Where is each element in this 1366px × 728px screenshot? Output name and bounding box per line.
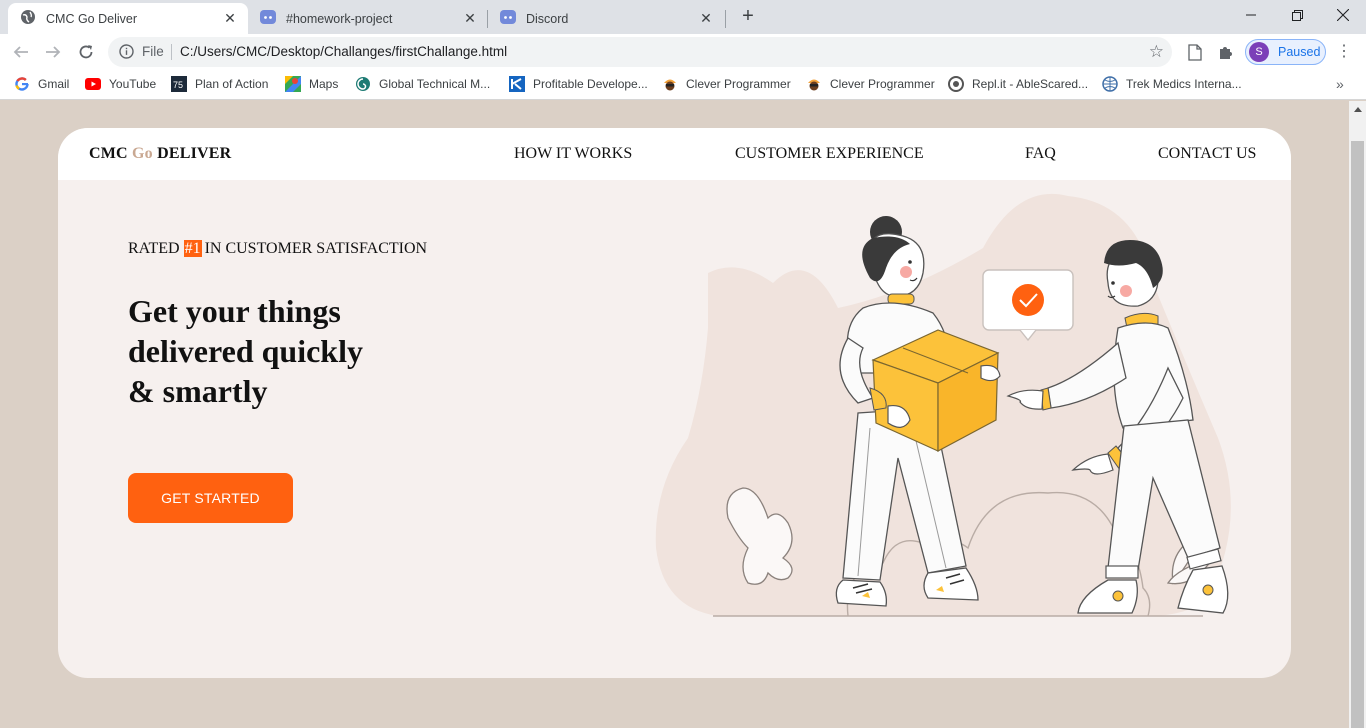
global-icon [355,76,371,92]
bookmark-label: Maps [309,77,339,91]
logo-part: CMC [89,145,128,162]
clever-icon [806,76,822,92]
nav-contact-us[interactable]: CONTACT US [1158,145,1256,163]
tab-strip: CMC Go Deliver ✕ #homework-project ✕ Dis… [0,0,1366,34]
close-window-button[interactable] [1320,0,1366,30]
google-icon [14,76,30,92]
bookmark-trek-medics[interactable]: Trek Medics Interna... [1102,76,1242,92]
bookmark-label: Gmail [38,77,70,91]
tab-title: Discord [526,11,569,26]
info-icon[interactable] [119,44,134,64]
bookmark-clever-programmer-1[interactable]: Clever Programmer [662,76,791,92]
restore-button[interactable] [1274,0,1320,30]
bookmark-global-technical[interactable]: Global Technical M... [355,76,490,92]
tab-title: #homework-project [286,11,393,26]
site-navbar: CMC Go DELIVER HOW IT WORKS CUSTOMER EXP… [58,128,1291,180]
confirmation-bubble [982,269,1074,342]
reading-page-icon[interactable] [1185,42,1205,62]
bookmark-label: Trek Medics Interna... [1126,77,1242,91]
close-tab-icon[interactable]: ✕ [698,10,714,27]
rank-badge: #1 [183,240,202,257]
rated-suffix: IN CUSTOMER SATISFACTION [204,240,428,257]
headline-line: & smartly [128,373,268,409]
scroll-up-arrow-icon[interactable] [1354,107,1362,112]
bookmark-label: Repl.it - AbleScared... [972,77,1089,91]
logo-part-go: Go [132,145,153,162]
bookmark-youtube[interactable]: YouTube [85,76,156,92]
nav-faq[interactable]: FAQ [1025,145,1056,163]
hero-headline: Get your things delivered quickly & smar… [128,291,448,411]
tab-separator [725,10,726,28]
nav-customer-experience[interactable]: CUSTOMER EXPERIENCE [735,145,924,163]
bookmark-clever-programmer-2[interactable]: Clever Programmer [806,76,935,92]
address-bar[interactable]: File C:/Users/CMC/Desktop/Challanges/fir… [108,37,1172,67]
profile-button[interactable]: S Paused [1245,39,1326,65]
bookmark-replit[interactable]: Repl.it - AbleScared... [948,76,1088,92]
back-button[interactable] [9,40,33,64]
bookmark-star-icon[interactable]: ☆ [1149,42,1164,62]
close-tab-icon[interactable]: ✕ [222,10,238,27]
discord-icon [500,9,516,28]
clever-icon [662,76,678,92]
headline-line: Get your things [128,293,341,329]
profitable-icon [509,76,525,92]
bookmark-label: Clever Programmer [686,77,791,91]
more-bookmarks-icon[interactable]: » [1336,76,1344,92]
globe-icon [20,9,36,28]
get-started-button[interactable]: GET STARTED [128,473,293,523]
maps-icon [285,76,301,92]
bookmark-label: Clever Programmer [830,77,935,91]
url-text[interactable]: C:/Users/CMC/Desktop/Challanges/firstCha… [180,44,507,59]
forward-button[interactable] [41,40,65,64]
delivery-illustration [655,193,1231,617]
scheme-label: File [142,44,164,59]
replit-icon [948,76,964,92]
site-logo[interactable]: CMC Go DELIVER [89,145,231,163]
tab-cmc-go-deliver[interactable]: CMC Go Deliver ✕ [8,3,248,34]
bookmark-gmail[interactable]: Gmail [14,76,69,92]
nav-how-it-works[interactable]: HOW IT WORKS [514,145,632,163]
tab-discord[interactable]: Discord ✕ [488,3,724,34]
discord-icon [260,9,276,28]
browser-toolbar: File C:/Users/CMC/Desktop/Challanges/fir… [0,34,1366,70]
bookmark-label: YouTube [109,77,157,91]
tab-title: CMC Go Deliver [46,11,137,26]
trek-icon [1102,76,1118,92]
menu-kebab-icon[interactable]: ⋮ [1336,43,1352,61]
bookmark-plan-of-action[interactable]: 75 Plan of Action [171,76,268,92]
bookmark-label: Plan of Action [195,77,269,91]
profile-status: Paused [1278,45,1321,59]
rated-prefix: RATED [128,240,180,257]
bookmark-label: Global Technical M... [379,77,491,91]
logo-part: DELIVER [157,145,232,162]
tab-homework-project[interactable]: #homework-project ✕ [248,3,488,34]
rating-tagline: RATED #1 IN CUSTOMER SATISFACTION [128,240,427,258]
bookmark-profitable-developer[interactable]: Profitable Develope... [509,76,648,92]
bookmarks-bar: Gmail YouTube 75 Plan of Action Maps Glo… [0,70,1366,100]
svg-text:75: 75 [173,80,183,90]
reload-button[interactable] [74,40,98,64]
bookmark-maps[interactable]: Maps [285,76,338,92]
page-viewport: CMC Go DELIVER HOW IT WORKS CUSTOMER EXP… [0,101,1349,728]
close-tab-icon[interactable]: ✕ [462,10,478,27]
youtube-icon [85,76,101,92]
hero-card: CMC Go DELIVER HOW IT WORKS CUSTOMER EXP… [58,128,1291,678]
avatar: S [1249,42,1269,62]
vertical-scrollbar[interactable] [1349,101,1366,728]
new-tab-button[interactable]: + [737,5,759,29]
omnibox-divider [171,44,172,60]
extensions-puzzle-icon[interactable] [1216,42,1236,62]
headline-line: delivered quickly [128,333,363,369]
minimize-button[interactable] [1228,0,1274,30]
bookmark-label: Profitable Develope... [533,77,648,91]
plan-icon: 75 [171,76,187,92]
scrollbar-thumb[interactable] [1351,141,1364,728]
